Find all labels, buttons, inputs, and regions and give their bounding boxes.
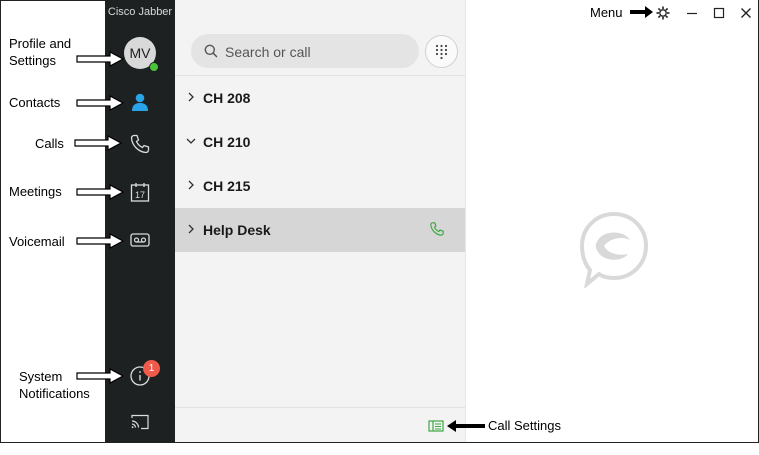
contacts-icon[interactable] — [128, 90, 152, 114]
annotation-arrow — [74, 135, 122, 151]
search-input[interactable]: Search or call — [225, 44, 311, 60]
gear-icon[interactable] — [656, 6, 670, 20]
contacts-panel: Search or call CH 208 CH 210 CH 215 Help… — [175, 0, 465, 442]
annotation-arrow — [76, 51, 124, 67]
contact-group-help-desk[interactable]: Help Desk — [175, 208, 465, 252]
minimize-icon[interactable] — [686, 6, 698, 20]
chevron-right-icon — [188, 92, 194, 102]
chevron-down-icon — [186, 138, 196, 144]
annotation-arrow — [76, 233, 124, 249]
jabber-logo-watermark — [579, 211, 649, 288]
annotation-meetings: Meetings — [9, 184, 62, 199]
annotation-arrow-call-settings — [447, 420, 485, 432]
app-title: Cisco Jabber — [107, 6, 173, 18]
meetings-icon-day: 17 — [135, 190, 145, 200]
annotation-voicemail: Voicemail — [9, 234, 65, 249]
annotation-arrow — [76, 95, 124, 111]
search-bar[interactable]: Search or call — [191, 34, 419, 68]
calls-icon[interactable] — [128, 132, 152, 156]
call-settings-icon[interactable] — [428, 420, 444, 432]
annotation-calls: Calls — [35, 136, 64, 151]
annotation-call-settings: Call Settings — [488, 418, 561, 433]
cast-screen-icon[interactable] — [128, 410, 152, 434]
profile-initials: MV — [129, 45, 151, 61]
presence-available-indicator — [149, 62, 159, 72]
meetings-calendar-icon[interactable]: 17 — [128, 180, 152, 204]
annotation-contacts: Contacts — [9, 95, 61, 110]
annotation-menu: Menu — [590, 5, 623, 20]
notification-count: 1 — [148, 363, 155, 374]
maximize-icon[interactable] — [713, 6, 725, 20]
contact-group-ch-215[interactable]: CH 215 — [175, 164, 465, 208]
close-icon[interactable] — [740, 6, 752, 20]
panel-footer-divider — [175, 407, 465, 408]
contact-group-ch-210[interactable]: CH 210 — [175, 120, 465, 164]
dialpad-button[interactable] — [425, 35, 458, 68]
group-label: CH 215 — [203, 178, 251, 194]
annotation-arrow — [76, 368, 124, 384]
voicemail-icon[interactable] — [128, 228, 152, 252]
dialpad-icon — [435, 44, 448, 59]
group-label: CH 208 — [203, 90, 251, 106]
annotation-arrow-menu — [630, 6, 653, 18]
chevron-right-icon — [188, 180, 194, 190]
group-label: CH 210 — [203, 134, 251, 150]
chevron-right-icon — [188, 224, 194, 234]
search-icon — [204, 44, 218, 58]
notification-count-badge: 1 — [143, 360, 160, 377]
main-content-area — [465, 0, 758, 442]
annotation-arrow — [76, 184, 124, 200]
group-call-icon[interactable] — [429, 221, 445, 237]
group-label: Help Desk — [203, 222, 271, 238]
contact-group-ch-208[interactable]: CH 208 — [175, 76, 465, 120]
